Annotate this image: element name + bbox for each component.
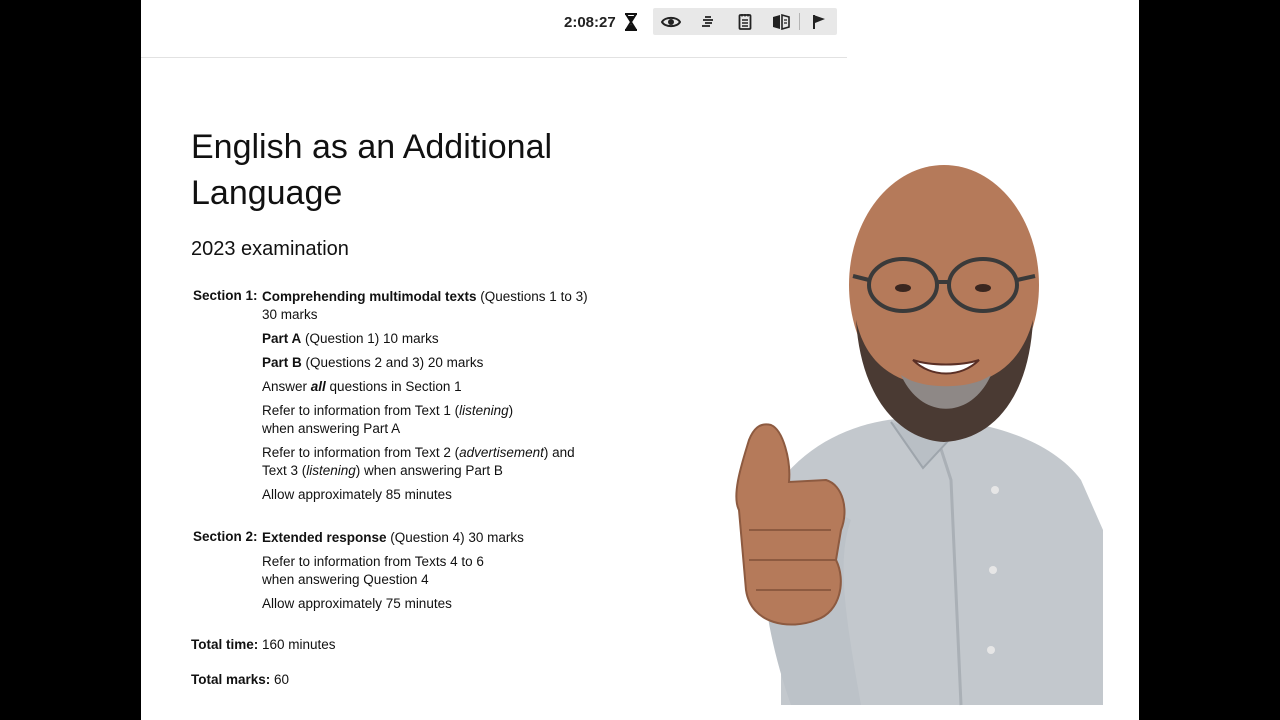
answer-all-line: Answer all questions in Section 1 xyxy=(262,378,602,396)
section-2-time: Allow approximately 75 minutes xyxy=(262,596,452,611)
timer-value: 2:08:27 xyxy=(564,13,616,31)
hourglass-icon[interactable] xyxy=(624,13,638,31)
part-b-detail: (Questions 2 and 3) 20 marks xyxy=(301,355,484,370)
answer-all-emphasis: all xyxy=(310,379,326,394)
total-time: Total time: 160 minutes xyxy=(191,637,336,652)
exam-title: English as an Additional Language xyxy=(191,128,553,212)
section-1-title: Comprehending multimodal texts xyxy=(262,289,477,304)
presenter-photo xyxy=(735,165,1103,706)
top-bar: 2:08:27 xyxy=(141,0,847,58)
ref1-em: listening xyxy=(459,403,509,418)
part-a-detail: (Question 1) 10 marks xyxy=(301,331,439,346)
line-reader-icon xyxy=(701,15,713,27)
line-reader-tool-button[interactable] xyxy=(690,8,727,35)
notepad-tool-button[interactable] xyxy=(726,8,763,35)
ref2-post: ) and xyxy=(543,445,575,460)
ref2-pre: Refer to information from Text 2 ( xyxy=(262,445,460,460)
texts-4-6-reference: Refer to information from Texts 4 to 6 w… xyxy=(262,553,602,589)
ref1-line2: when answering Part A xyxy=(262,421,401,436)
text-1-reference: Refer to information from Text 1 (listen… xyxy=(262,402,602,438)
section-1-questions: (Questions 1 to 3) xyxy=(476,289,588,304)
part-b-label: Part B xyxy=(262,355,302,370)
ref1-pre: Refer to information from Text 1 ( xyxy=(262,403,460,418)
ref-texts-line2: when answering Question 4 xyxy=(262,572,429,587)
book-tool-button[interactable] xyxy=(763,8,800,35)
answer-post: questions in Section 1 xyxy=(325,379,462,394)
notepad-icon xyxy=(738,14,751,30)
part-b-line: Part B (Questions 2 and 3) 20 marks xyxy=(262,354,602,372)
text-2-3-reference: Refer to information from Text 2 (advert… xyxy=(262,444,602,480)
part-a-line: Part A (Question 1) 10 marks xyxy=(262,330,602,348)
ref2-em: advertisement xyxy=(459,445,544,460)
ref2-line2-post: ) when answering Part B xyxy=(355,463,503,478)
section-2-heading: Extended response (Question 4) 30 marks xyxy=(262,529,602,547)
ref1-post: ) xyxy=(508,403,514,418)
answer-pre: Answer xyxy=(262,379,311,394)
ref2-line2-pre: Text 3 ( xyxy=(262,463,307,478)
total-marks-value: 60 xyxy=(270,672,290,687)
total-time-label: Total time: xyxy=(191,637,259,652)
ref2-line2-em: listening xyxy=(306,463,356,478)
exam-page: 2:08:27 English as an Additional Languag… xyxy=(141,0,1139,720)
toolbar xyxy=(653,8,837,35)
part-a-label: Part A xyxy=(262,331,302,346)
eye-icon xyxy=(661,16,682,27)
flag-icon xyxy=(812,14,825,29)
timer: 2:08:27 xyxy=(564,13,638,31)
ref-texts-line1: Refer to information from Texts 4 to 6 xyxy=(262,554,484,569)
section-1-label: Section 1: xyxy=(193,288,258,303)
section-2-label: Section 2: xyxy=(193,529,258,544)
section-2-title: Extended response xyxy=(262,530,387,545)
exam-subtitle: 2023 examination xyxy=(191,238,349,260)
total-marks: Total marks: 60 xyxy=(191,672,289,687)
total-time-value: 160 minutes xyxy=(258,637,336,652)
flag-tool-button[interactable] xyxy=(800,8,837,35)
section-2-detail: (Question 4) 30 marks xyxy=(386,530,524,545)
eye-tool-button[interactable] xyxy=(653,8,690,35)
section-1-heading: Comprehending multimodal texts (Question… xyxy=(262,288,602,324)
section-1-time: Allow approximately 85 minutes xyxy=(262,487,452,502)
total-marks-label: Total marks: xyxy=(191,672,271,687)
book-icon xyxy=(773,13,790,30)
section-1-marks: 30 marks xyxy=(262,307,318,322)
